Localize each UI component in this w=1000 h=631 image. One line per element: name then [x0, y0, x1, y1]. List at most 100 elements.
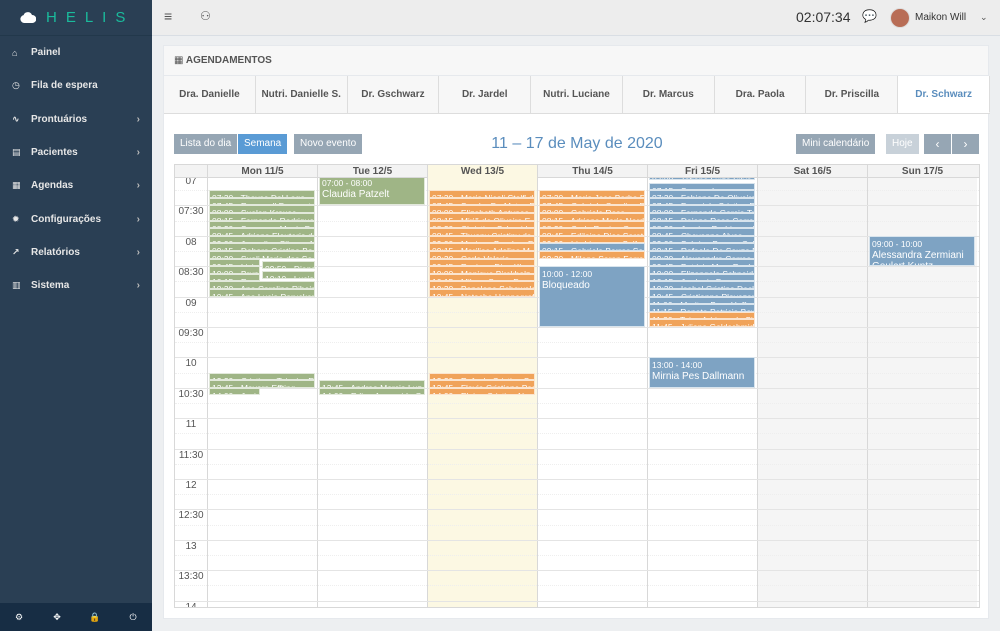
theme-icon[interactable]: ⚇	[200, 9, 211, 23]
event[interactable]: 08:45 - Adriana Eleuterio de	[209, 228, 315, 236]
tab-doctor[interactable]: Nutri. Danielle S.	[256, 76, 348, 113]
event[interactable]: 09:15 - Rafaela De Souza F	[649, 243, 755, 251]
event[interactable]: 07:30 - Maria Nicoli Stolfi d	[429, 190, 535, 198]
event[interactable]: 11:00 - Maritsa Burg Hoffma	[649, 296, 755, 305]
tab-doctor[interactable]: Dr. Jardel	[439, 76, 532, 113]
chat-icon[interactable]: 💬	[862, 9, 877, 23]
power-icon[interactable]: ⏻	[114, 603, 152, 631]
event[interactable]: 09:45 - Rosiane Dias Klem	[429, 258, 535, 267]
event[interactable]: 11:45 - Juliana Goldschmidt	[649, 319, 755, 327]
event[interactable]: 10:30 - Penelope Schoweleri	[429, 281, 535, 289]
event[interactable]: 09:00 - Sabrina Borges Cab	[649, 235, 755, 244]
event[interactable]: 10:45 - Ana Lucia Paruckert	[209, 289, 315, 297]
today-button[interactable]: Hoje	[886, 134, 919, 154]
event[interactable]: 07:00 - 08:00 Claudia Patzelt	[319, 178, 425, 206]
sidebar-item-painel[interactable]: ⌂ Painel	[0, 36, 152, 69]
sidebar-item-pacientes[interactable]: ▤ Pacientes ›	[0, 136, 152, 169]
event[interactable]: 09:15 - Debora Cristina Bo	[209, 243, 315, 251]
event[interactable]: 07:15 - Suzana Lange	[649, 182, 755, 191]
event[interactable]: 10:10 - Lucia	[262, 271, 315, 279]
week-button[interactable]: Semana	[238, 134, 288, 154]
event[interactable]: 09:00 - Mariane Brunken F	[429, 235, 535, 244]
tab-doctor[interactable]: Dr. Priscilla	[806, 76, 899, 113]
event[interactable]: 07:45 - Emanuell Ferronato	[209, 197, 315, 206]
event[interactable]: 07:30 - Fabiane De Oliveira	[649, 190, 755, 198]
event[interactable]: 10:00 - 12:00 Bloqueado	[539, 266, 645, 327]
tab-doctor[interactable]: Dra. Paola	[715, 76, 807, 113]
event[interactable]: 09:50 - Diana	[262, 261, 315, 269]
event[interactable]: 09:00 - Jaqueline Silvano M	[209, 235, 315, 244]
event[interactable]: 07:45 - Gabriela Carolina E	[539, 197, 645, 206]
sidebar-item-relat-rios[interactable]: ↗ Relatórios ›	[0, 236, 152, 269]
event[interactable]: 08:15 - Miriã de Oliveira E	[429, 213, 535, 221]
event[interactable]: 09:45 - Lisiane	[209, 258, 260, 267]
event[interactable]: 08:15 - Daiane Rosa Correa	[649, 213, 755, 221]
tab-doctor[interactable]: Dr. Gschwarz	[348, 76, 440, 113]
event[interactable]: 11:15 - Renata Patricia Bow	[649, 304, 755, 312]
event[interactable]: 08:30 - Jessica Rodrigues F	[649, 220, 755, 229]
event[interactable]: 08:45 - Edilaine Dias Sarat	[539, 228, 645, 236]
event[interactable]: 07:45 - Franciele Cristine E	[649, 197, 755, 206]
settings-icon[interactable]: ⚙	[0, 603, 38, 631]
event[interactable]: 10:30 - Isabel Cristina Deck	[649, 281, 755, 289]
event[interactable]: 09:30 - Alexsandra Correa	[649, 251, 755, 259]
event[interactable]: 10:00 - Bruna	[209, 266, 260, 274]
event[interactable]: 09:30 - Milena Saran Ferrei	[539, 251, 645, 259]
event[interactable]: 07:00 - Tatiane Luiza Silva	[649, 178, 755, 181]
event[interactable]: 13:00 - 14:00 Mirnia Pes Dallmann	[649, 357, 755, 388]
event[interactable]: 08:00 - Suelen Krause	[209, 205, 315, 213]
tab-doctor[interactable]: Dr. Schwarz	[898, 76, 991, 113]
new-event-button[interactable]: Novo evento	[294, 134, 363, 154]
event[interactable]: 10:00 - Monique Birckholz	[429, 266, 535, 274]
event[interactable]: 08:00 - Gabriele Rosa	[539, 205, 645, 213]
event[interactable]: 13:45 - Andrea Marcia Luz	[319, 380, 425, 388]
event[interactable]: 08:30 - Christine Schneider	[429, 220, 535, 229]
event[interactable]: 09:30 - Sueli Maria dos Sa	[209, 251, 315, 259]
avatar[interactable]	[890, 8, 910, 28]
tab-doctor[interactable]: Nutri. Luciane	[531, 76, 623, 113]
event[interactable]: 08:30 - Sayonara Muniz Da	[209, 220, 315, 229]
event[interactable]: 13:45 - Mayara Effting	[209, 380, 315, 388]
event[interactable]: 13:30 - Cristiane Teixeira E	[209, 372, 315, 381]
event[interactable]: 10:45 - Cristianne Plovezan	[649, 289, 755, 297]
prev-button[interactable]: ‹	[924, 134, 951, 154]
lock-icon[interactable]: 🔒	[76, 603, 114, 631]
event[interactable]: 13:30 - Rafaela Cristina Se	[429, 372, 535, 381]
event[interactable]: 08:30 - Carla Regina Gomes	[539, 220, 645, 229]
fullscreen-icon[interactable]: ✥	[38, 603, 76, 631]
event[interactable]: 14:00 - Josiane	[209, 387, 260, 396]
day-list-button[interactable]: Lista do dia	[174, 134, 238, 154]
event[interactable]: 08:15 - Adriana Maria Nard	[539, 213, 645, 221]
event[interactable]: 08:00 - Elizabeth Antunes	[429, 205, 535, 213]
event[interactable]: 14:00 - Edina Aparecida Go	[319, 387, 425, 396]
sidebar-item-fila-de-espera[interactable]: ◷ Fila de espera	[0, 69, 152, 102]
event[interactable]: 10:00 - Elizangela Schneider	[649, 266, 755, 274]
event[interactable]: 08:15 - Fernanda Rodrigues	[209, 213, 315, 221]
menu-toggle-icon[interactable]: ≡	[164, 8, 172, 24]
tab-doctor[interactable]: Dra. Danielle	[164, 76, 256, 113]
mini-calendar-button[interactable]: Mini calendário	[796, 134, 876, 154]
event[interactable]: 07:30 - Maria Jose Borba F	[539, 190, 645, 198]
event[interactable]: 07:30 - Thayse Dal Lago	[209, 190, 315, 198]
event[interactable]: 08:45 - Thuany Cristiny da	[429, 228, 535, 236]
event[interactable]: 10:15 - Emanuelle	[209, 273, 260, 282]
sidebar-item-sistema[interactable]: ▥ Sistema ›	[0, 269, 152, 302]
event[interactable]: 09:15 - Gabriela Barros Sa	[539, 243, 645, 251]
user-name[interactable]: Maikon Will	[915, 12, 966, 23]
event[interactable]: 14:00 - Elaine Cristina Na	[429, 387, 535, 396]
event[interactable]: 10:15 - Jordania Francesca	[649, 273, 755, 282]
event[interactable]: 10:30 - Ana Carolina Ribeiro	[209, 281, 315, 289]
event[interactable]: 08:00 - Fernanda Garcia Tr	[649, 205, 755, 213]
sidebar-item-configura-es[interactable]: ✹ Configurações ›	[0, 202, 152, 235]
event[interactable]: 09:00 - Iris Liermann Salfer	[539, 235, 645, 244]
event[interactable]: 13:45 - Flavia Cristiane Pso	[429, 380, 535, 388]
event[interactable]: 10:15 - Milena Saran Ferrei	[429, 273, 535, 282]
sidebar-item-agendas[interactable]: ▦ Agendas ›	[0, 169, 152, 202]
chevron-down-icon[interactable]: ⌄	[980, 12, 988, 23]
event[interactable]: 08:45 - Cheyanne Alves	[649, 228, 755, 236]
event[interactable]: 10:45 - Natacha Hannegraf	[429, 289, 535, 297]
event[interactable]: 07:45 - Sandra De Matos F	[429, 197, 535, 206]
event[interactable]: 09:45 - Patricia Mary Real	[649, 258, 755, 267]
day-column[interactable]	[757, 178, 867, 607]
event[interactable]: 11:30 - Taize Adriana da Si	[649, 311, 755, 320]
